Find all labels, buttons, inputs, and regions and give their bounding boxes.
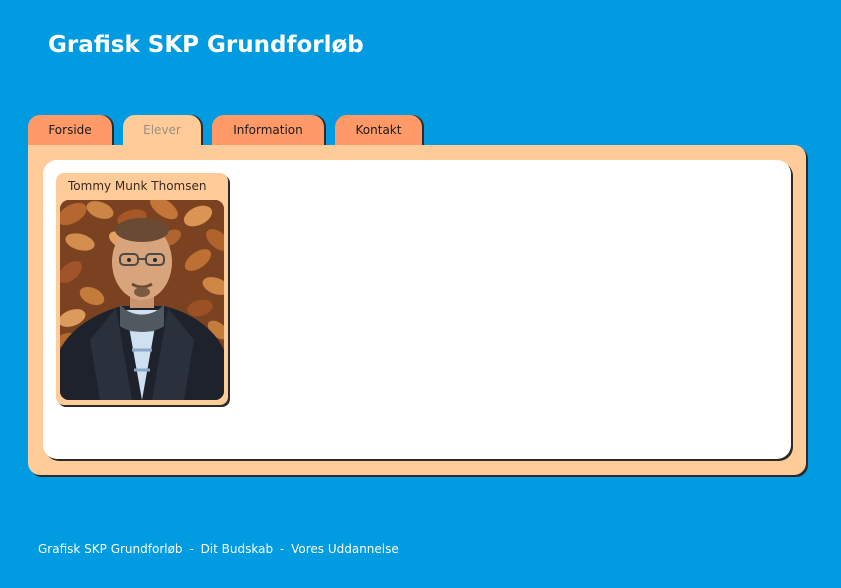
footer: Grafisk SKP Grundforløb - Dit Budskab - … [38,542,399,556]
footer-link-vores-uddannelse[interactable]: Vores Uddannelse [291,542,399,556]
footer-link-dit-budskab[interactable]: Dit Budskab [201,542,274,556]
content-area: Tommy Munk Thomsen [43,160,791,459]
tab-forside[interactable]: Forside [28,115,112,145]
student-photo-image [60,200,224,400]
footer-separator: - [189,542,194,556]
student-photo[interactable] [60,200,224,400]
footer-site-name: Grafisk SKP Grundforløb [38,542,183,556]
tab-information[interactable]: Information [212,115,324,145]
tab-panel: Tommy Munk Thomsen [28,145,806,475]
site-title: Grafisk SKP Grundforløb [48,32,364,58]
student-card[interactable]: Tommy Munk Thomsen [56,173,228,405]
tab-kontakt[interactable]: Kontakt [335,115,422,145]
main-nav: Forside Elever Information Kontakt [28,115,433,146]
student-name: Tommy Munk Thomsen [68,179,207,193]
footer-separator: - [279,542,285,556]
tab-elever[interactable]: Elever [123,115,201,146]
